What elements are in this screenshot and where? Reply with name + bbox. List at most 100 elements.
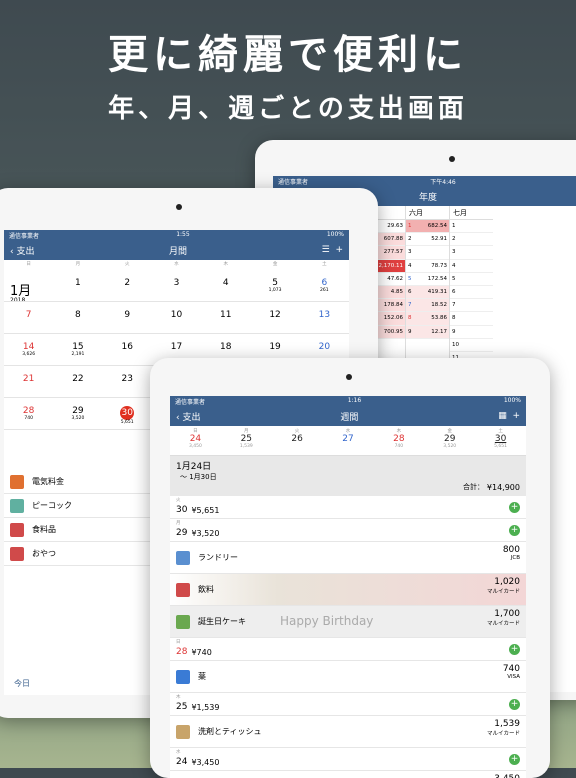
year-cell[interactable]: 7 (450, 299, 493, 313)
year-cell[interactable]: 2 52.91 (406, 233, 449, 247)
week-day[interactable]: 月 25 1,539 (221, 426, 272, 455)
calendar-day[interactable]: 3 (151, 270, 202, 302)
amount-value: 1,700 (494, 609, 520, 619)
expense-name: 誕生日ケーキ (198, 617, 246, 626)
expense-row[interactable]: 誕生日ケーキ Happy Birthday 1,700 マルイカード (170, 606, 526, 638)
calendar-day[interactable]: 16 (102, 334, 152, 366)
year-day: 2 (408, 236, 412, 243)
year-cell[interactable]: 6 419.31 (406, 285, 449, 300)
add-icon[interactable]: + (509, 698, 520, 710)
year-amount: 277.57 (383, 249, 403, 256)
week-day[interactable]: 金 29 3,520 (424, 426, 475, 455)
calendar-day[interactable]: 2 (102, 270, 152, 302)
calendar-day[interactable]: 1 (53, 270, 103, 302)
calendar-day[interactable]: 30 5,651 (102, 398, 152, 430)
week-day[interactable]: 土 30 5,651 (475, 426, 526, 455)
calendar-day[interactable]: 28 740 (4, 398, 54, 430)
calendar-day[interactable] (4, 270, 54, 302)
week-day[interactable]: 日 24 3,450 (170, 426, 221, 455)
year-day: 7 (408, 302, 412, 309)
year-cell[interactable]: 1 682.54 (406, 220, 449, 234)
year-cell[interactable]: 10 (450, 339, 493, 352)
calendar-icon[interactable]: ▦ (498, 411, 507, 421)
expense-list: 火 30 ¥5,651 + 月 29 ¥3,520 + ランドリー 800 JCB 飲料 1,020 マル… (170, 496, 526, 778)
calendar-day[interactable]: 29 3,520 (53, 398, 103, 430)
add-icon[interactable]: + (509, 643, 520, 655)
status-time: 下午4:46 (430, 179, 456, 186)
year-cell[interactable]: 7 18.52 (406, 299, 449, 313)
calendar-day[interactable]: 12 (250, 302, 300, 334)
amount-value: 1,020 (494, 577, 520, 587)
year-column-header: 六月 (406, 206, 449, 220)
calendar-day[interactable]: 9 (102, 302, 152, 334)
calendar-day[interactable]: 22 (53, 366, 103, 398)
year-cell[interactable]: 4 (450, 260, 493, 273)
year-cell[interactable]: 9 12.17 (406, 325, 449, 339)
range-header: 1月24日 ～ 1月30日 合計： ¥14,900 (170, 456, 526, 496)
list-icon[interactable]: ☰ (322, 245, 330, 255)
year-cell[interactable]: 6 (450, 286, 493, 300)
year-cell[interactable]: 8 (450, 312, 493, 326)
weekday-label: 木 (223, 262, 229, 267)
today-button[interactable]: 今日 (14, 678, 30, 689)
add-icon[interactable]: + (509, 524, 520, 536)
calendar-day-number: 3 (173, 278, 180, 288)
calendar-day[interactable]: 13 (299, 302, 349, 334)
year-amount: 29.63 (387, 223, 403, 230)
expense-row[interactable]: 洗剤とティッシュ 1,539 マルイカード (170, 716, 526, 748)
day-row[interactable]: 木 25 ¥1,539 + (170, 693, 526, 716)
year-day: 4 (408, 262, 412, 269)
year-value: 2 (452, 236, 456, 243)
week-day[interactable]: 火 26 (272, 426, 323, 455)
expense-row[interactable]: 新幹線3,450現金 (170, 771, 526, 778)
week-day[interactable]: 水 27 (323, 426, 374, 455)
calendar-day[interactable]: 8 (53, 302, 103, 334)
calendar-day[interactable]: 15 2,191 (53, 334, 103, 366)
year-cell[interactable]: 5 172.54 (406, 273, 449, 286)
year-cell[interactable]: 2 (450, 233, 493, 247)
year-cell[interactable]: 4 78.73 (406, 260, 449, 273)
add-icon[interactable]: + (335, 245, 343, 255)
day-row[interactable]: 月 29 ¥3,520 + (170, 519, 526, 542)
add-icon[interactable]: + (512, 411, 520, 421)
calendar-day[interactable]: 4 (201, 270, 251, 302)
year-cell[interactable]: 8 53.86 (406, 312, 449, 326)
status-carrier: 通信事業者 (9, 233, 40, 240)
year-amount: 172.54 (427, 275, 447, 282)
year-cell[interactable]: 5 (450, 273, 493, 286)
day-amount: ¥1,539 (191, 702, 220, 712)
year-amount: 78.73 (431, 262, 447, 269)
year-cell[interactable]: 3 (450, 246, 493, 260)
add-icon[interactable]: + (509, 753, 520, 765)
week-day-number: 28 (393, 434, 405, 444)
add-icon[interactable]: + (509, 501, 520, 513)
weekday-label: 水 (174, 262, 179, 267)
calendar-day[interactable]: 10 (151, 302, 202, 334)
year-cell[interactable]: 9 (450, 326, 493, 339)
calendar-day[interactable]: 14 3,626 (4, 334, 54, 366)
expense-row[interactable]: 薬 740 VISA (170, 661, 526, 693)
expense-name: 洗剤とティッシュ (198, 727, 262, 736)
category-icon (176, 550, 190, 565)
calendar-day[interactable]: 21 (4, 366, 54, 398)
calendar-day-number: 16 (121, 342, 133, 352)
back-button[interactable]: ‹ 支出 (176, 410, 200, 423)
expense-amount: 800 JCB (503, 545, 520, 561)
weekday-label: 火 (124, 262, 130, 267)
year-cell[interactable]: 3 (406, 246, 449, 260)
expense-row[interactable]: ランドリー 800 JCB (170, 542, 526, 574)
calendar-day[interactable]: 11 (201, 302, 251, 334)
calendar-day-number: 15 (72, 342, 84, 352)
expense-row[interactable]: 飲料 1,020 マルイカード (170, 574, 526, 606)
day-row[interactable]: 日 28 ¥740 + (170, 638, 526, 661)
back-button[interactable]: ‹ 支出 (10, 244, 34, 257)
week-day[interactable]: 木 28 740 (373, 426, 424, 455)
calendar-day[interactable]: 5 1,073 (250, 270, 300, 302)
calendar-day[interactable]: 7 (4, 302, 54, 334)
day-row[interactable]: 火 30 ¥5,651 + (170, 496, 526, 519)
weekday-row: 日月火水木金土 (4, 260, 349, 270)
year-cell[interactable]: 1 (450, 220, 493, 234)
calendar-day[interactable]: 6 261 (299, 270, 349, 302)
calendar-day[interactable]: 23 (102, 366, 152, 398)
category-label: おやつ (32, 549, 56, 558)
